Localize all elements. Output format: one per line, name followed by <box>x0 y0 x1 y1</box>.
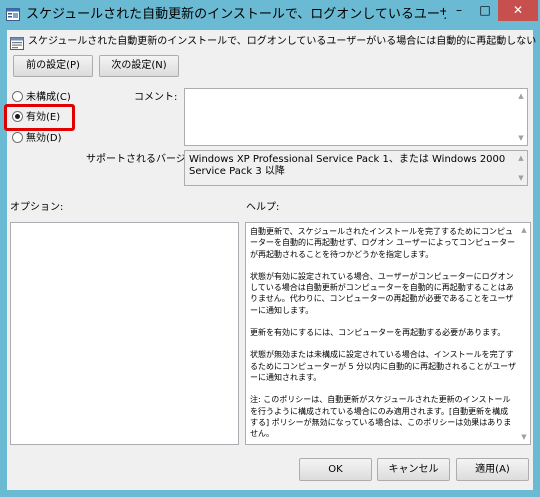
next-setting-button[interactable]: 次の設定(N) <box>99 55 179 77</box>
supported-on-field: Windows XP Professional Service Pack 1、ま… <box>184 150 528 186</box>
radio-label: 未構成(C) <box>26 92 71 103</box>
ok-button[interactable]: OK <box>299 458 372 481</box>
help-scrollbar[interactable]: ▲ ▼ <box>518 223 530 444</box>
supported-on-value: Windows XP Professional Service Pack 1、ま… <box>189 154 506 177</box>
highlight-box <box>4 104 75 131</box>
help-paragraph: 状態が無効または未構成に設定されている場合は、インストールを完了するためにコンピ… <box>250 350 517 382</box>
help-paragraph: 状態が有効に設定されている場合、ユーザーがコンピューターにログオンしている場合は… <box>250 271 514 315</box>
close-button[interactable]: ✕ <box>498 0 538 21</box>
options-pane <box>10 222 239 445</box>
minimize-button[interactable]: – <box>446 0 472 21</box>
scroll-up-icon[interactable]: ▲ <box>515 152 527 164</box>
help-pane[interactable]: 自動更新で、スケジュールされたインストールを完了するためにコンピューターを自動的… <box>245 222 531 445</box>
radio-button-icon <box>12 131 23 143</box>
help-paragraph: 自動更新で、スケジュールされたインストールを完了するためにコンピューターを自動的… <box>250 227 516 259</box>
policy-settings-icon <box>10 37 24 50</box>
help-paragraph: 注: このポリシーは、自動更新がスケジュールされた更新のインストールを行うように… <box>250 395 512 439</box>
window-frame-right <box>533 30 540 497</box>
radio-label: 無効(D) <box>26 133 62 144</box>
comment-scrollbar[interactable]: ▲ ▼ <box>515 89 527 145</box>
policy-name: スケジュールされた自動更新のインストールで、ログオンしているユーザーがいる場合に… <box>28 36 537 47</box>
comment-textarea[interactable]: ▲ ▼ <box>184 88 528 146</box>
disabled-radio[interactable]: 無効(D) <box>12 130 82 148</box>
scroll-down-icon[interactable]: ▼ <box>515 132 527 144</box>
supported-scrollbar[interactable]: ▲ ▼ <box>515 151 527 185</box>
scroll-down-icon[interactable]: ▼ <box>518 431 530 443</box>
scroll-down-icon[interactable]: ▼ <box>515 172 527 184</box>
options-label: オプション: <box>10 202 64 213</box>
help-paragraph: 更新を有効にするには、コンピューターを再起動する必要があります。 <box>250 328 506 338</box>
apply-button[interactable]: 適用(A) <box>456 458 529 481</box>
scroll-up-icon[interactable]: ▲ <box>515 90 527 102</box>
help-label: ヘルプ: <box>246 202 280 213</box>
scroll-up-icon[interactable]: ▲ <box>518 224 530 236</box>
policy-settings-icon <box>6 8 20 21</box>
cancel-button[interactable]: キャンセル <box>377 458 450 481</box>
help-text: 自動更新で、スケジュールされたインストールを完了するためにコンピューターを自動的… <box>250 226 517 444</box>
window-frame-left <box>0 30 7 497</box>
radio-button-icon <box>12 90 23 102</box>
window-title: スケジュールされた自動更新のインストールで、ログオンしているユーザーがいる場合に… <box>26 7 446 22</box>
comment-label: コメント: <box>134 92 178 103</box>
previous-setting-button[interactable]: 前の設定(P) <box>13 55 93 77</box>
maximize-button[interactable]: □ <box>472 0 498 21</box>
window-frame-bottom <box>0 490 540 497</box>
